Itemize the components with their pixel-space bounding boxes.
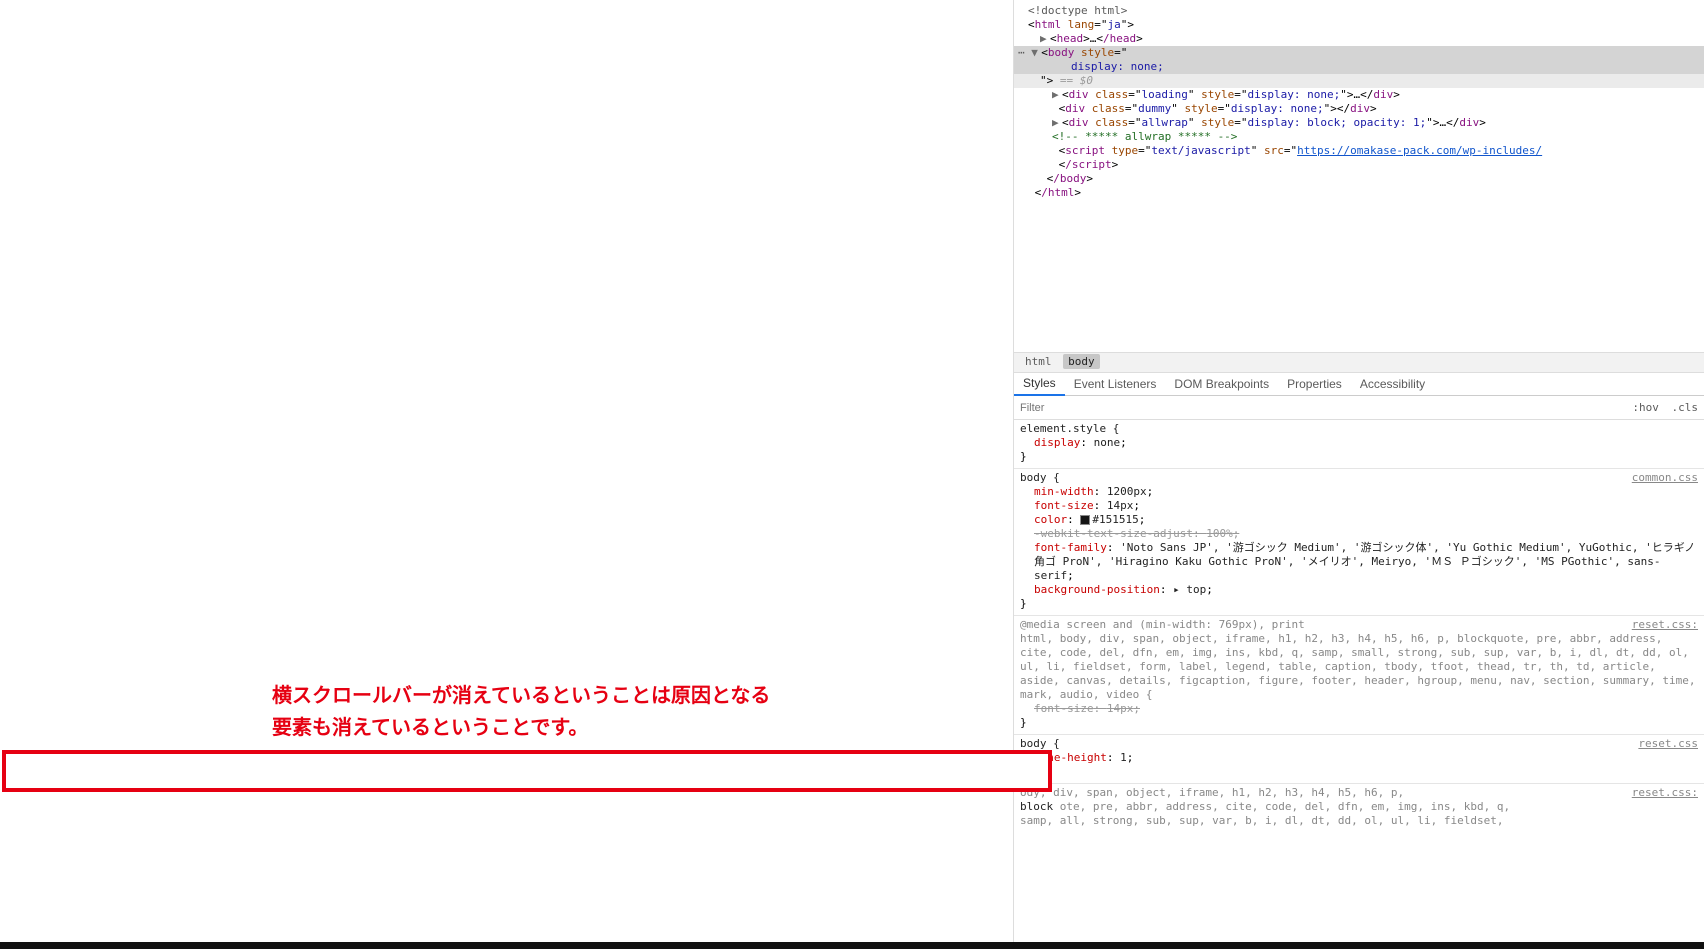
breadcrumb-body[interactable]: body xyxy=(1063,354,1100,369)
dom-script-close[interactable]: </script> xyxy=(1014,158,1704,172)
dom-body-open[interactable]: ⋯ ▼<body style=" xyxy=(1014,46,1704,60)
taskbar[interactable] xyxy=(0,942,1704,949)
breadcrumb[interactable]: html body xyxy=(1014,352,1704,372)
devtools-panel: <!doctype html> <html lang="ja"> ▶<head>… xyxy=(1013,0,1704,949)
source-link-reset3[interactable]: reset.css: xyxy=(1632,786,1698,800)
dom-dummy[interactable]: <div class="dummy" style="display: none;… xyxy=(1014,102,1704,116)
dom-body-style[interactable]: display: none; xyxy=(1014,60,1704,74)
filter-input[interactable] xyxy=(1014,399,1620,417)
annotation-line-1: 横スクロールバーが消えているということは原因となる xyxy=(272,680,770,712)
styles-panel[interactable]: element.style { display: none; } common.… xyxy=(1014,420,1704,832)
rule-reset-media[interactable]: reset.css: @media screen and (min-width:… xyxy=(1014,616,1704,735)
cls-toggle[interactable]: .cls xyxy=(1672,401,1699,414)
dom-allwrap[interactable]: ▶<div class="allwrap" style="display: bl… xyxy=(1014,116,1704,130)
dom-script[interactable]: <script type="text/javascript" src="http… xyxy=(1014,144,1704,158)
tab-styles[interactable]: Styles xyxy=(1014,372,1065,396)
breadcrumb-html[interactable]: html xyxy=(1020,354,1057,369)
prop-min-width[interactable]: min-width: 1200px; xyxy=(1020,485,1698,499)
dom-loading[interactable]: ▶<div class="loading" style="display: no… xyxy=(1014,88,1704,102)
source-link-reset2[interactable]: reset.css xyxy=(1638,737,1698,751)
rule-reset-bottom[interactable]: reset.css: ody, div, span, object, ifram… xyxy=(1014,784,1704,832)
dom-html-close[interactable]: </html> xyxy=(1014,186,1704,200)
prop-line-height[interactable]: line-height: 1; xyxy=(1020,751,1698,765)
prop-webkit[interactable]: -webkit-text-size-adjust: 100%; xyxy=(1020,527,1698,541)
source-link[interactable]: common.css xyxy=(1632,471,1698,485)
elements-tree[interactable]: <!doctype html> <html lang="ja"> ▶<head>… xyxy=(1014,0,1704,352)
rule-body-common[interactable]: common.css body { min-width: 1200px; fon… xyxy=(1014,469,1704,616)
prop-display[interactable]: display: none; xyxy=(1020,436,1698,450)
tab-dom-breakpoints[interactable]: DOM Breakpoints xyxy=(1165,373,1278,395)
selectors-list: html, body, div, span, object, iframe, h… xyxy=(1020,632,1698,702)
rule-element-style[interactable]: element.style { display: none; } xyxy=(1014,420,1704,469)
prop-color[interactable]: color: #151515; xyxy=(1020,513,1698,527)
tab-accessibility[interactable]: Accessibility xyxy=(1351,373,1434,395)
tab-event-listeners[interactable]: Event Listeners xyxy=(1065,373,1166,395)
dom-body-close[interactable]: </body> xyxy=(1014,172,1704,186)
tab-properties[interactable]: Properties xyxy=(1278,373,1351,395)
dom-head[interactable]: ▶<head>…</head> xyxy=(1014,32,1704,46)
annotation-text: 横スクロールバーが消えているということは原因となる 要素も消えているということで… xyxy=(272,680,770,744)
styles-tabs: Styles Event Listeners DOM Breakpoints P… xyxy=(1014,372,1704,396)
dom-body-close-attr[interactable]: "> == $0 xyxy=(1014,74,1704,88)
source-link-reset[interactable]: reset.css: xyxy=(1632,618,1698,632)
dom-html-open[interactable]: <html lang="ja"> xyxy=(1014,18,1704,32)
dom-comment[interactable]: <!-- ***** allwrap ***** --> xyxy=(1014,130,1704,144)
prop-font-size-struck[interactable]: font-size: 14px; xyxy=(1020,702,1698,716)
page-viewport: 横スクロールバーが消えているということは原因となる 要素も消えているということで… xyxy=(0,0,1013,949)
dom-doctype[interactable]: <!doctype html> xyxy=(1014,4,1704,18)
prop-font-family[interactable]: font-family: 'Noto Sans JP', '游ゴシック Medi… xyxy=(1020,541,1698,583)
prop-font-size[interactable]: font-size: 14px; xyxy=(1020,499,1698,513)
hov-toggle[interactable]: :hov xyxy=(1632,401,1659,414)
annotation-line-2: 要素も消えているということです。 xyxy=(272,712,770,744)
prop-bg-pos[interactable]: background-position: ▸ top; xyxy=(1020,583,1698,597)
filter-options: :hov .cls xyxy=(1620,401,1704,414)
rule-body-reset[interactable]: reset.css body { line-height: 1; } xyxy=(1014,735,1704,784)
filter-bar: :hov .cls xyxy=(1014,396,1704,420)
color-swatch[interactable] xyxy=(1080,515,1090,525)
highlight-box xyxy=(2,750,1052,792)
